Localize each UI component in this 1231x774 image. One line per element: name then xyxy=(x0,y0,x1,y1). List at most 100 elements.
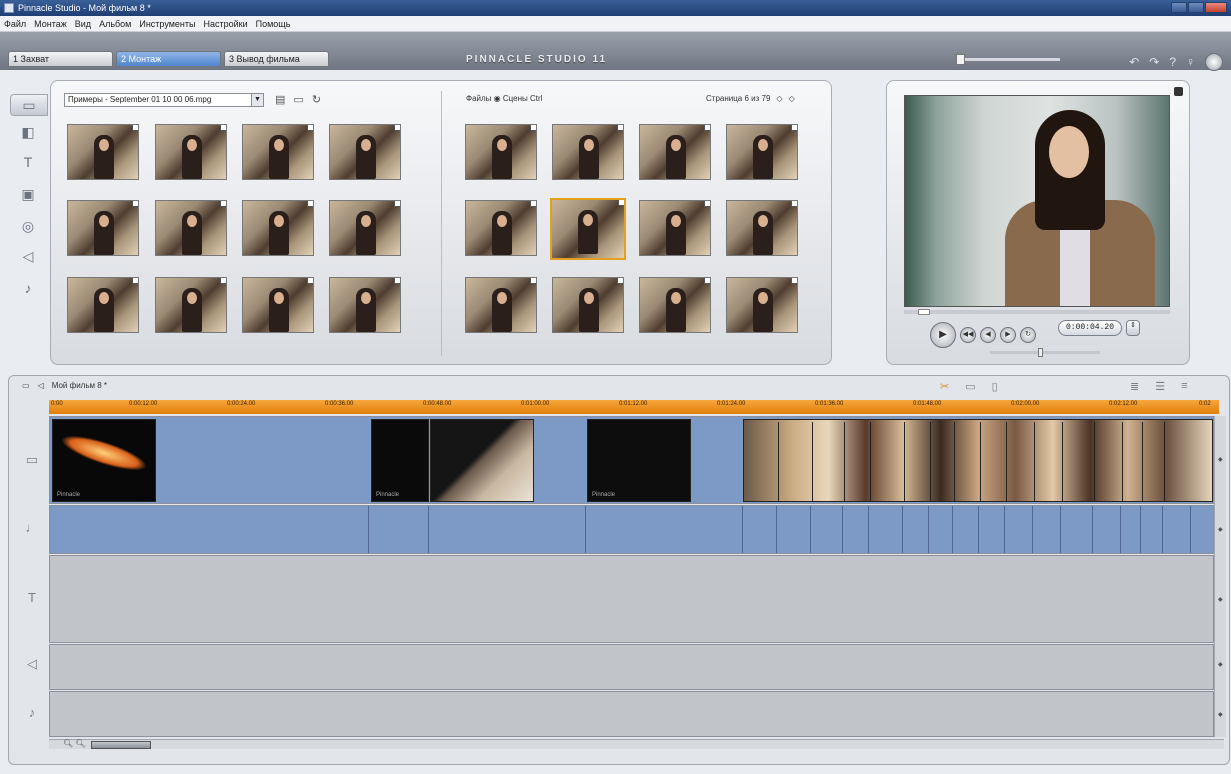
volume-slider[interactable] xyxy=(990,348,1100,357)
music-track-icon[interactable]: ♪ xyxy=(22,705,42,720)
scene-thumbnail[interactable] xyxy=(639,124,711,180)
split-icon[interactable]: ▭ xyxy=(965,380,975,393)
scene-thumbnail[interactable] xyxy=(465,124,537,180)
minimize-button[interactable] xyxy=(1171,2,1187,13)
video-clip[interactable]: Pinnacle xyxy=(587,419,691,502)
scene-thumbnail[interactable] xyxy=(155,124,227,180)
scene-thumbnail[interactable] xyxy=(465,277,537,333)
folder-icon[interactable]: ▭ xyxy=(293,93,303,106)
maximize-button[interactable] xyxy=(1188,2,1204,13)
help-icon[interactable]: ? xyxy=(1169,55,1176,69)
prev-page-icon[interactable]: ◇ xyxy=(776,94,782,103)
text-view-icon[interactable]: ≡ xyxy=(1181,380,1187,393)
album-scenes-icon[interactable]: ▭ xyxy=(10,94,48,116)
menu-file[interactable]: Файл xyxy=(4,19,26,29)
video-clip[interactable] xyxy=(430,419,534,502)
scene-thumbnail[interactable] xyxy=(329,200,401,256)
fullscreen-icon[interactable] xyxy=(1174,87,1183,96)
volume-knob[interactable] xyxy=(1038,348,1043,357)
scene-thumbnail[interactable] xyxy=(726,124,798,180)
undo-icon[interactable]: ↶ xyxy=(1129,55,1139,69)
storyboard-icon[interactable]: ▭ xyxy=(22,381,30,390)
timeline-vertical-scrollbar[interactable]: ◆ ◆ ◆ ◆ ◆ xyxy=(1214,416,1226,737)
chevron-icon[interactable]: ◆ xyxy=(1218,661,1223,668)
razor-icon[interactable]: ✂ xyxy=(940,380,949,393)
step-forward-icon[interactable]: ▶ xyxy=(1000,327,1016,343)
timeline-ruler[interactable]: 0:00 0:00:12.00 0:00:24.00 0:00:36.00 0:… xyxy=(49,400,1219,414)
timeline-view-icon[interactable]: ☰ xyxy=(1155,380,1165,393)
menus-icon[interactable]: ◎ xyxy=(18,216,38,236)
video-clip[interactable]: Pinnacle xyxy=(371,419,429,502)
menu-help[interactable]: Помощь xyxy=(256,19,291,29)
scene-thumbnail[interactable] xyxy=(329,277,401,333)
trash-icon[interactable]: ▯ xyxy=(992,380,998,393)
next-page-icon[interactable]: ◇ xyxy=(789,94,795,103)
album-source-select[interactable]: Примеры - September 01 10 00 06.mpg ▼ xyxy=(64,93,264,107)
tab-make-movie[interactable]: 3 Вывод фильма xyxy=(224,51,329,67)
slider-knob[interactable] xyxy=(956,54,965,65)
scene-thumbnail[interactable] xyxy=(242,200,314,256)
player-scrubber[interactable] xyxy=(904,309,1170,315)
video-preview[interactable] xyxy=(904,95,1170,307)
scene-thumbnail[interactable] xyxy=(242,124,314,180)
video-clips-group[interactable] xyxy=(743,419,1213,502)
scene-thumbnail[interactable] xyxy=(67,200,139,256)
title-track[interactable] xyxy=(49,555,1214,643)
scene-thumbnail[interactable] xyxy=(465,200,537,256)
photos-icon[interactable]: ▣ xyxy=(18,184,38,204)
timeline-zoom-slider[interactable] xyxy=(956,54,1060,65)
tips-icon[interactable]: ♀ xyxy=(1186,55,1195,69)
scene-view-icon[interactable]: ≣ xyxy=(1130,380,1139,393)
menu-view[interactable]: Вид xyxy=(75,19,91,29)
music-track[interactable] xyxy=(49,691,1214,737)
close-button[interactable] xyxy=(1205,2,1227,13)
sound-effects-track[interactable] xyxy=(49,644,1214,690)
scrubber-handle[interactable] xyxy=(918,309,930,315)
scene-thumbnail[interactable] xyxy=(552,277,624,333)
refresh-icon[interactable]: ↻ xyxy=(312,93,321,106)
step-back-icon[interactable]: ◀ xyxy=(980,327,996,343)
scene-thumbnail[interactable] xyxy=(552,124,624,180)
scene-thumbnail[interactable] xyxy=(242,277,314,333)
timeline-horizontal-scrollbar[interactable]: 🔍︎ 🔍︎ xyxy=(49,739,1224,749)
menu-album[interactable]: Альбом xyxy=(99,19,131,29)
scene-thumbnail[interactable] xyxy=(67,124,139,180)
tab-edit[interactable]: 2 Монтаж xyxy=(116,51,221,67)
chevron-icon[interactable]: ◆ xyxy=(1218,526,1223,533)
zoom-icon[interactable]: 🔍︎ 🔍︎ xyxy=(63,739,86,748)
loop-icon[interactable]: ↻ xyxy=(1020,327,1036,343)
menu-edit[interactable]: Монтаж xyxy=(34,19,67,29)
scrollbar-thumb[interactable] xyxy=(91,741,151,749)
chevron-down-icon[interactable]: ▼ xyxy=(251,94,263,106)
music-icon[interactable]: ♪ xyxy=(18,278,38,298)
timecode-stepper[interactable]: ⇕ xyxy=(1126,320,1140,336)
rewind-icon[interactable]: ◀◀ xyxy=(960,327,976,343)
audio-track-icon[interactable]: ♩ xyxy=(22,520,42,535)
titles-icon[interactable]: T xyxy=(18,152,38,172)
premium-pack-button[interactable] xyxy=(1205,53,1223,71)
timecode-display[interactable]: 0:00:04.20 xyxy=(1058,320,1122,336)
chevron-icon[interactable]: ◆ xyxy=(1218,456,1223,463)
chevron-icon[interactable]: ◆ xyxy=(1218,596,1223,603)
title-track-icon[interactable]: T xyxy=(22,590,42,605)
sound-effects-icon[interactable]: ◁ xyxy=(18,246,38,266)
browse-icon[interactable]: ▤ xyxy=(275,93,285,106)
menu-settings[interactable]: Настройки xyxy=(203,19,247,29)
audio-track[interactable] xyxy=(49,505,1214,554)
video-track-icon[interactable]: ▭ xyxy=(22,452,42,468)
transitions-icon[interactable]: ◧ xyxy=(18,122,38,142)
menu-tools[interactable]: Инструменты xyxy=(139,19,195,29)
scene-thumbnail[interactable] xyxy=(155,277,227,333)
tab-capture[interactable]: 1 Захват xyxy=(8,51,113,67)
scene-thumbnail[interactable] xyxy=(726,200,798,256)
sound-effects-track-icon[interactable]: ◁ xyxy=(22,656,42,672)
play-icon[interactable]: ▶ xyxy=(930,322,956,348)
video-track[interactable]: Pinnacle Pinnacle Pinnacle xyxy=(49,416,1214,504)
scene-thumbnail[interactable] xyxy=(639,200,711,256)
scene-thumbnail-selected[interactable] xyxy=(550,198,626,260)
video-clip[interactable]: Pinnacle xyxy=(52,419,156,502)
scene-thumbnail[interactable] xyxy=(329,124,401,180)
scene-thumbnail[interactable] xyxy=(155,200,227,256)
scene-thumbnail[interactable] xyxy=(67,277,139,333)
album-view-options[interactable]: Файлы ◉ Сцены Ctrl xyxy=(466,94,542,103)
